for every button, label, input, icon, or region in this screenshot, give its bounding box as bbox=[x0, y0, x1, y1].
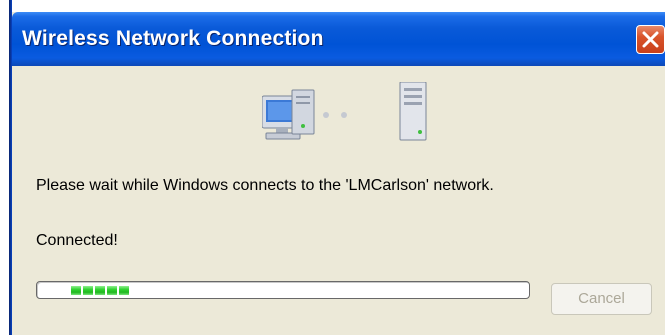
connection-animation bbox=[261, 81, 442, 152]
connection-message: Please wait while Windows connects to th… bbox=[36, 177, 494, 194]
network-server-icon bbox=[399, 81, 427, 141]
window-title: Wireless Network Connection bbox=[22, 27, 324, 50]
progress-segment bbox=[95, 286, 105, 295]
desktop-background bbox=[0, 0, 665, 12]
computer-icon bbox=[261, 89, 315, 140]
cancel-button[interactable]: Cancel bbox=[551, 283, 652, 315]
status-text: Connected! bbox=[36, 232, 118, 249]
window-right-border bbox=[660, 66, 665, 335]
progress-segment bbox=[71, 286, 81, 295]
close-icon bbox=[642, 31, 659, 48]
dialog-window: Wireless Network Connection Please wait … bbox=[0, 0, 665, 335]
progress-segment bbox=[119, 286, 129, 295]
title-bar[interactable]: Wireless Network Connection bbox=[12, 12, 665, 66]
progress-bar bbox=[36, 281, 530, 299]
progress-segment bbox=[107, 286, 117, 295]
connecting-dots-icon bbox=[323, 112, 347, 118]
progress-fill bbox=[71, 286, 129, 295]
close-button[interactable] bbox=[636, 25, 665, 54]
progress-segment bbox=[83, 286, 93, 295]
window-left-border bbox=[0, 0, 12, 335]
